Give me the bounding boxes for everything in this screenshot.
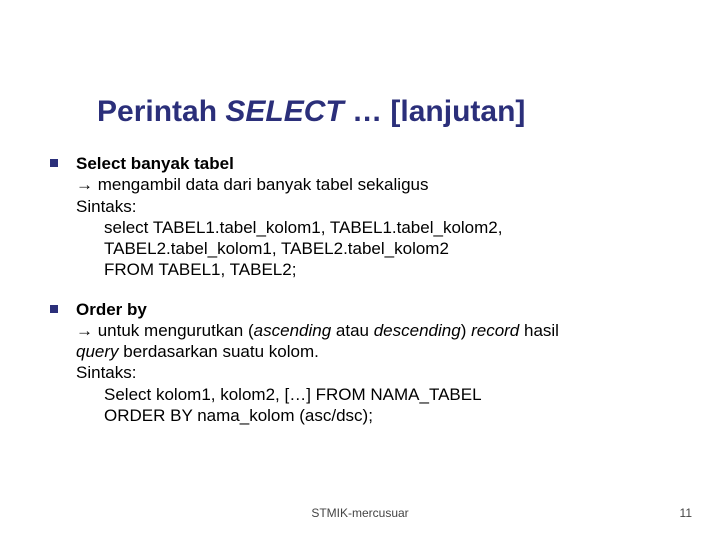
arrow-pre: → untuk mengurutkan ( [76, 321, 254, 340]
bullet-square-icon [50, 305, 58, 313]
footer-center: STMIK-mercusuar [0, 506, 720, 520]
arrow-post1: ) [461, 321, 471, 340]
title-pre: Perintah [97, 95, 225, 128]
item-arrow-line: → mengambil data dari banyak tabel sekal… [76, 174, 502, 195]
bullet-square-icon [50, 159, 58, 167]
list-item: Order by → untuk mengurutkan (ascending … [50, 299, 680, 427]
code-line: select TABEL1.tabel_kolom1, TABEL1.tabel… [104, 217, 502, 238]
list-item: Select banyak tabel → mengambil data dar… [50, 153, 680, 281]
item-sintaks-label: Sintaks: [76, 362, 559, 383]
code-line: TABEL2.tabel_kolom1, TABEL2.tabel_kolom2 [104, 238, 502, 259]
arrow-mid: atau [331, 321, 374, 340]
title-italic: SELECT [225, 95, 343, 128]
arrow-it3: record [471, 321, 519, 340]
item-heading: Select banyak tabel [76, 153, 502, 174]
arrow-post2: hasil [519, 321, 559, 340]
code-block: select TABEL1.tabel_kolom1, TABEL1.tabel… [76, 217, 502, 281]
code-line: Select kolom1, kolom2, […] FROM NAMA_TAB… [104, 384, 559, 405]
page-number: 11 [680, 506, 692, 520]
item-body: Select banyak tabel → mengambil data dar… [76, 153, 502, 281]
title-post: … [lanjutan] [344, 95, 526, 128]
item-body: Order by → untuk mengurutkan (ascending … [76, 299, 559, 427]
line2-it: query [76, 342, 119, 361]
item-sintaks-label: Sintaks: [76, 196, 502, 217]
code-block: Select kolom1, kolom2, […] FROM NAMA_TAB… [76, 384, 559, 427]
content-area: Select banyak tabel → mengambil data dar… [0, 128, 720, 426]
line2-rest: berdasarkan suatu kolom. [119, 342, 319, 361]
code-line: ORDER BY nama_kolom (asc/dsc); [104, 405, 559, 426]
item-heading: Order by [76, 299, 559, 320]
arrow-it2: descending [374, 321, 461, 340]
item-arrow-line: → untuk mengurutkan (ascending atau desc… [76, 320, 559, 341]
slide: Perintah SELECT … [lanjutan] Select bany… [0, 0, 720, 540]
slide-title: Perintah SELECT … [lanjutan] [0, 0, 720, 128]
arrow-it1: ascending [254, 321, 332, 340]
item-line2: query berdasarkan suatu kolom. [76, 341, 559, 362]
code-line: FROM TABEL1, TABEL2; [104, 259, 502, 280]
